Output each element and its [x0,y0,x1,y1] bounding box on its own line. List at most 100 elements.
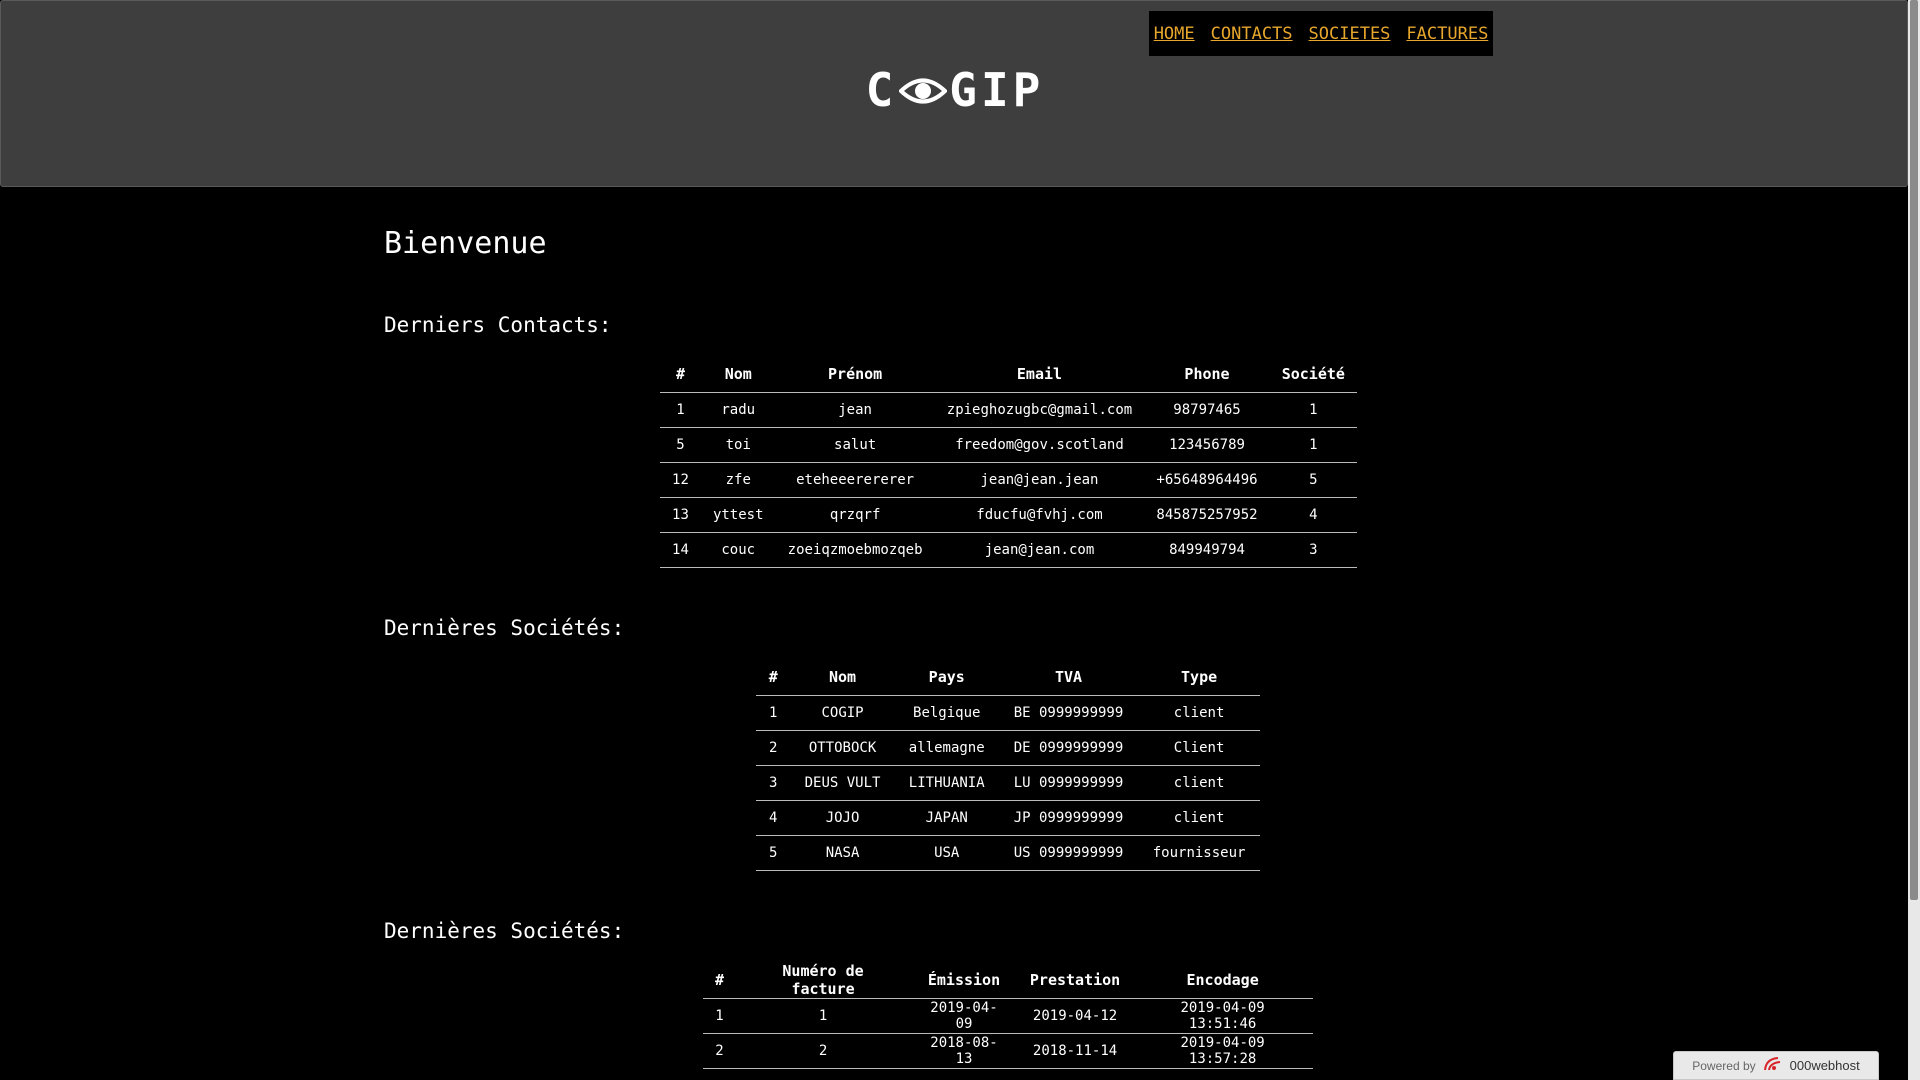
table-cell: fducfu@fvhj.com [934,497,1145,533]
table-cell: DE 0999999999 [998,730,1139,766]
column-header: TVA [998,659,1139,696]
table-cell: 1 [660,392,701,428]
table-cell: couc [700,532,776,568]
table-cell: DEUS VULT [790,765,895,801]
column-header: Nom [700,356,776,393]
table-cell: JP 0999999999 [998,800,1139,836]
table-cell: 2019-04-12 [1017,998,1133,1034]
badge-prefix: Powered by [1692,1058,1756,1073]
table-cell: US 0999999999 [998,835,1139,871]
societes-heading: Dernières Sociétés: [384,616,625,640]
table-cell: toi [700,427,776,463]
column-header: # [756,659,791,696]
site-logo[interactable]: C GIP [1,63,1909,121]
table-cell: JAPAN [894,800,999,836]
eye-icon [898,63,949,117]
table-cell: zoeiqzmoebmozqeb [775,532,935,568]
factures-table: # Numéro de facture Émission Prestation Enco… [703,962,1313,1069]
table-cell: 5 [660,427,701,463]
table-cell: zpieghozugbc@gmail.com [934,392,1145,428]
table-cell: 3 [1269,532,1357,568]
logo-text-left: C [865,63,898,117]
table-cell: jean [775,392,935,428]
table-cell: 1 [1269,427,1357,463]
nav-home-link[interactable]: HOME [1154,24,1195,44]
powered-by-badge[interactable]: Powered by 000webhost [1673,1051,1879,1080]
table-cell: qrzqrf [775,497,935,533]
column-header: Encodage [1132,962,1313,999]
table-cell: 1 [736,998,911,1034]
table-cell: 845875257952 [1144,497,1270,533]
table-cell: 1 [703,998,737,1034]
column-header: Numéro de facture [736,962,911,999]
table-cell: 1 [1269,392,1357,428]
table-cell: 2019-04-09 13:51:46 [1132,998,1313,1034]
column-header: Pays [894,659,999,696]
contacts-heading: Derniers Contacts: [384,313,612,337]
column-header: Email [934,356,1145,393]
site-header: HOME CONTACTS SOCIETES FACTURES C GIP [0,0,1908,187]
nav-factures-link[interactable]: FACTURES [1406,24,1488,44]
table-header-row: # Nom Prénom Email Phone Société [660,356,1357,393]
table-cell: +65648964496 [1144,462,1270,498]
table-cell: salut [775,427,935,463]
column-header: Prestation [1017,962,1133,999]
table-cell: Client [1138,730,1260,766]
table-cell: 2019-04-09 [910,998,1018,1034]
table-row: 2 2 2018-08-13 2018-11-14 2019-04-09 13:57:2… [703,1033,1313,1069]
table-cell: JOJO [790,800,895,836]
contacts-table: # Nom Prénom Email Phone Société 1 radu jean zpie… [660,356,1357,568]
nav-societes-link[interactable]: SOCIETES [1309,24,1391,44]
badge-brand: 000webhost [1789,1058,1860,1073]
table-cell: 14 [660,532,701,568]
table-cell: client [1138,800,1260,836]
table-row: 2 OTTOBOCK allemagne DE 0999999999 Client [756,730,1260,766]
table-cell: freedom@gov.scotland [934,427,1145,463]
table-cell: OTTOBOCK [790,730,895,766]
table-header-row: # Nom Pays TVA Type [756,659,1260,696]
table-cell: jean@jean.jean [934,462,1145,498]
column-header: Nom [790,659,895,696]
table-cell: 1 [756,695,791,731]
webhost-logo-icon [1762,1056,1784,1075]
table-cell: 3 [756,765,791,801]
societes-table: # Nom Pays TVA Type 1 COGIP Belgique BE 09999999… [756,659,1260,871]
table-row: 13 yttest qrzqrf fducfu@fvhj.com 84587525795… [660,497,1357,533]
table-cell: 2 [756,730,791,766]
table-cell: zfe [700,462,776,498]
column-header: Émission [910,962,1018,999]
column-header: # [660,356,701,393]
table-cell: 2 [736,1033,911,1069]
table-cell: 12 [660,462,701,498]
table-row: 4 JOJO JAPAN JP 0999999999 client [756,800,1260,836]
table-row: 14 couc zoeiqzmoebmozqeb jean@jean.com 84994… [660,532,1357,568]
table-cell: 5 [756,835,791,871]
nav-contacts-link[interactable]: CONTACTS [1211,24,1293,44]
table-cell: allemagne [894,730,999,766]
table-cell: 4 [1269,497,1357,533]
table-header-row: # Numéro de facture Émission Prestation Enco… [703,962,1313,999]
table-cell: radu [700,392,776,428]
table-cell: fournisseur [1138,835,1260,871]
table-cell: NASA [790,835,895,871]
table-cell: jean@jean.com [934,532,1145,568]
table-cell: USA [894,835,999,871]
table-row: 3 DEUS VULT LITHUANIA LU 0999999999 client [756,765,1260,801]
table-cell: LU 0999999999 [998,765,1139,801]
column-header: # [703,962,737,999]
table-cell: 5 [1269,462,1357,498]
scrollbar-thumb[interactable] [1910,0,1918,900]
factures-heading: Dernières Sociétés: [384,919,625,943]
table-row: 12 zfe eteheeerererer jean@jean.jean +656489… [660,462,1357,498]
column-header: Société [1269,356,1357,393]
table-cell: yttest [700,497,776,533]
page-title: Bienvenue [384,226,547,261]
table-cell: 4 [756,800,791,836]
table-cell: 123456789 [1144,427,1270,463]
table-cell: client [1138,695,1260,731]
table-row: 5 NASA USA US 0999999999 fournisseur [756,835,1260,871]
logo-text-right: GIP [949,63,1045,117]
table-row: 1 COGIP Belgique BE 0999999999 client [756,695,1260,731]
table-cell: 2018-08-13 [910,1033,1018,1069]
table-cell: 2 [703,1033,737,1069]
